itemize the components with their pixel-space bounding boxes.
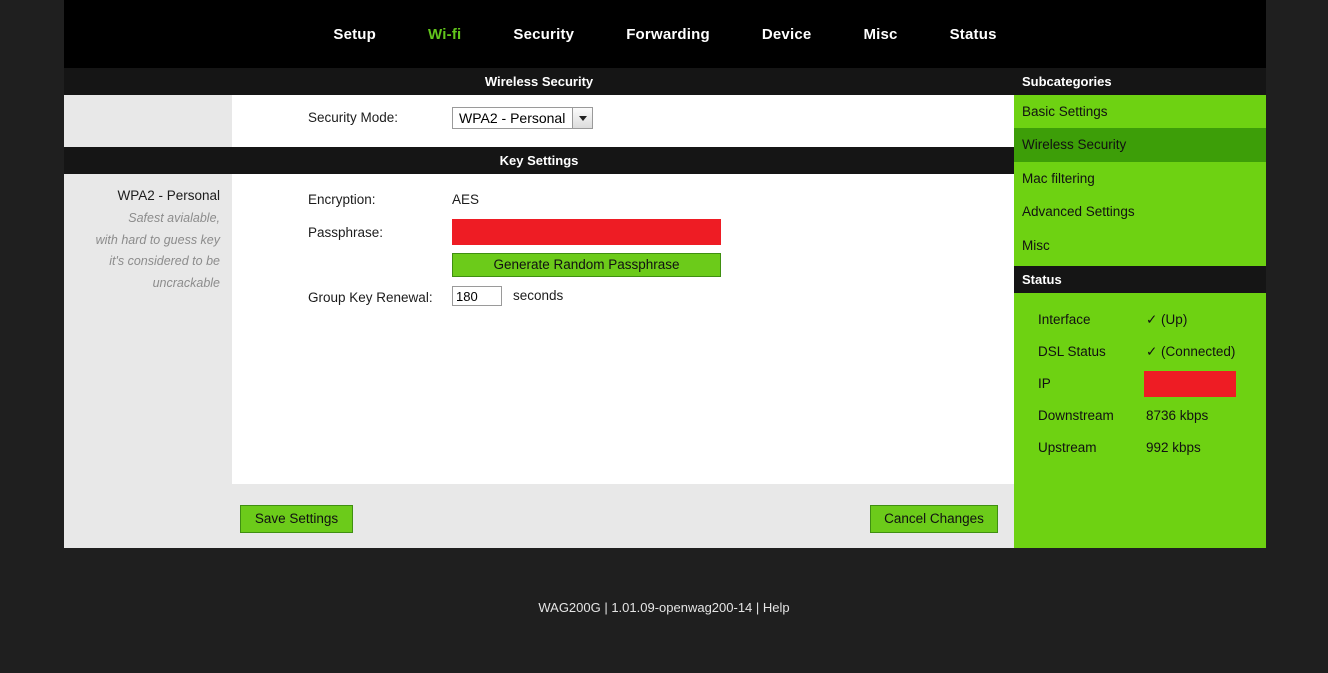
encryption-value: AES bbox=[452, 192, 480, 207]
status-header: Status bbox=[1014, 266, 1266, 293]
help-line-4: uncrackable bbox=[152, 275, 220, 290]
group-key-renewal-input[interactable] bbox=[452, 286, 502, 306]
status-value: 8736 kbps bbox=[1146, 408, 1209, 423]
encryption-row: Encryption: AES bbox=[308, 192, 479, 207]
status-key: Interface bbox=[1038, 312, 1091, 327]
footer-text[interactable]: WAG200G | 1.01.09-openwag200-14 | Help bbox=[538, 600, 789, 615]
nav-item-device[interactable]: Device bbox=[736, 26, 838, 43]
security-mode-row: Security Mode: WPA2 - Personal bbox=[232, 95, 1014, 147]
status-key: IP bbox=[1038, 376, 1051, 391]
security-mode-label: Security Mode: bbox=[308, 110, 399, 125]
page-frame: Setup Wi-fi Security Forwarding Device M… bbox=[64, 0, 1266, 548]
passphrase-label: Passphrase: bbox=[308, 225, 384, 240]
nav-item-wifi[interactable]: Wi-fi bbox=[402, 26, 487, 43]
status-key: DSL Status bbox=[1038, 344, 1106, 359]
subcategories-header: Subcategories bbox=[1014, 68, 1266, 95]
status-value-redacted bbox=[1144, 371, 1236, 397]
key-settings-header: Key Settings bbox=[64, 147, 1014, 174]
subcategories-list: Basic Settings Wireless Security Mac fil… bbox=[1014, 95, 1266, 266]
status-row-interface: Interface ✓ (Up) bbox=[1014, 311, 1266, 343]
nav-item-status[interactable]: Status bbox=[924, 26, 1023, 43]
group-key-renewal-label: Group Key Renewal: bbox=[308, 290, 433, 305]
top-navigation: Setup Wi-fi Security Forwarding Device M… bbox=[64, 0, 1266, 68]
action-bar: Save Settings Cancel Changes bbox=[64, 484, 1014, 548]
key-settings-form: Encryption: AES Passphrase: Generate Rand… bbox=[232, 174, 1014, 484]
save-settings-button[interactable]: Save Settings bbox=[240, 505, 353, 533]
nav-item-security[interactable]: Security bbox=[487, 26, 600, 43]
status-value: 992 kbps bbox=[1146, 440, 1201, 455]
sidebar-item-mac-filtering[interactable]: Mac filtering bbox=[1014, 162, 1266, 195]
status-key: Downstream bbox=[1038, 408, 1114, 423]
nav-item-setup[interactable]: Setup bbox=[307, 26, 402, 43]
sidebar-item-wireless-security[interactable]: Wireless Security bbox=[1014, 128, 1266, 162]
status-value: ✓ (Up) bbox=[1146, 312, 1188, 327]
status-value: ✓ (Connected) bbox=[1146, 344, 1236, 359]
nav-item-forwarding[interactable]: Forwarding bbox=[600, 26, 736, 43]
nav-items: Setup Wi-fi Security Forwarding Device M… bbox=[64, 0, 1266, 68]
security-mode-select[interactable]: WPA2 - Personal bbox=[452, 107, 594, 129]
help-line-3: it's considered to be bbox=[109, 254, 220, 268]
generate-random-passphrase-button[interactable]: Generate Random Passphrase bbox=[452, 253, 721, 277]
sidebar-item-basic-settings[interactable]: Basic Settings bbox=[1014, 95, 1266, 128]
group-key-units-label: seconds bbox=[513, 288, 564, 303]
passphrase-input[interactable] bbox=[452, 219, 721, 245]
status-row-downstream: Downstream 8736 kbps bbox=[1014, 407, 1266, 439]
help-title: WPA2 - Personal bbox=[117, 188, 220, 203]
status-row-upstream: Upstream 992 kbps bbox=[1014, 439, 1266, 471]
page-title: Wireless Security bbox=[64, 68, 1014, 95]
status-row-ip: IP bbox=[1014, 371, 1266, 407]
router-admin-page: Setup Wi-fi Security Forwarding Device M… bbox=[0, 0, 1328, 673]
encryption-label: Encryption: bbox=[308, 192, 376, 207]
security-mode-value: WPA2 - Personal bbox=[459, 110, 566, 126]
chevron-down-icon[interactable] bbox=[572, 108, 593, 128]
status-key: Upstream bbox=[1038, 440, 1097, 455]
cancel-changes-button[interactable]: Cancel Changes bbox=[870, 505, 998, 533]
help-column-spacer bbox=[64, 95, 232, 147]
sidebar-item-misc[interactable]: Misc bbox=[1014, 229, 1266, 262]
sidebar-item-advanced-settings[interactable]: Advanced Settings bbox=[1014, 195, 1266, 228]
footer: WAG200G | 1.01.09-openwag200-14 | Help bbox=[0, 600, 1328, 615]
help-line-2: with hard to guess key bbox=[95, 232, 220, 247]
help-line-1: Safest avialable, bbox=[128, 211, 220, 225]
nav-item-misc[interactable]: Misc bbox=[837, 26, 923, 43]
status-panel: Interface ✓ (Up) DSL Status ✓ (Connected… bbox=[1014, 293, 1266, 548]
